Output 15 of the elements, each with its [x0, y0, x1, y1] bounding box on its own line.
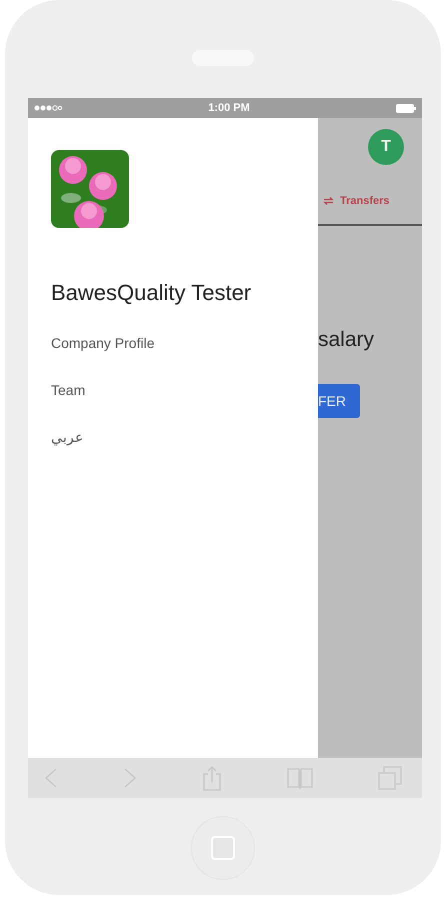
- menu-item[interactable]: Company Profile: [51, 332, 154, 354]
- signal-icon: [34, 105, 62, 111]
- menu-item[interactable]: عربي: [51, 426, 83, 448]
- transfer-icon: [323, 197, 334, 205]
- forward-icon[interactable]: [123, 768, 137, 788]
- transfer-button[interactable]: FER: [318, 384, 360, 418]
- battery-icon: [396, 104, 416, 112]
- drawer-title: BawesQuality Tester: [51, 280, 252, 306]
- status-time: 1:00 PM: [208, 102, 250, 114]
- menu-item[interactable]: Team: [51, 379, 86, 401]
- book-icon[interactable]: [287, 767, 313, 789]
- page-heading: salary: [318, 328, 374, 352]
- share-icon[interactable]: [202, 765, 222, 791]
- tabs-icon[interactable]: [378, 766, 402, 790]
- back-icon[interactable]: [44, 768, 58, 788]
